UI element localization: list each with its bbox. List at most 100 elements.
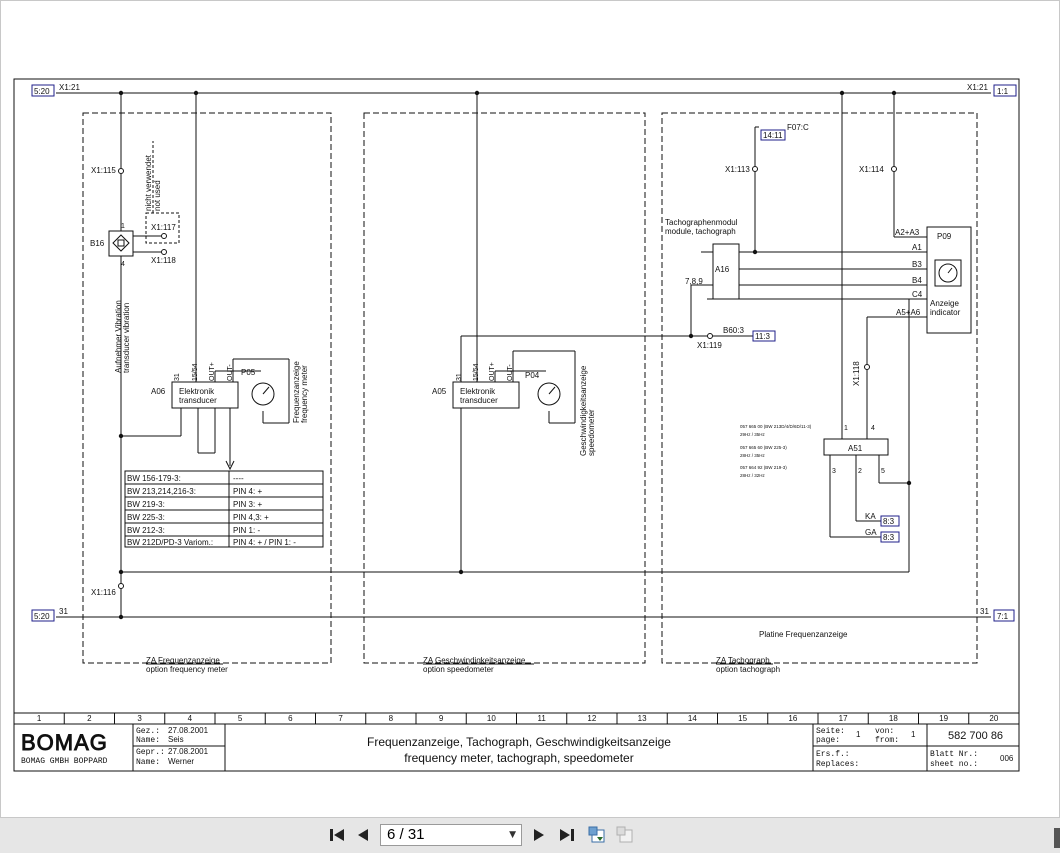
column-number: 1 (37, 714, 42, 723)
viewer-toolbar: 6 / 31 ▼ (0, 818, 1060, 853)
label-meter-en: frequency meter (300, 365, 309, 423)
footer-speed-en: option speedometer (423, 665, 494, 674)
column-number: 20 (989, 714, 998, 723)
a05-pin-15: 15/54 (473, 363, 480, 381)
xref-b60[interactable]: 11:3 (752, 330, 776, 342)
fit-width-icon (616, 826, 633, 843)
a51-pin-4: 4 (871, 425, 875, 432)
fit-page-icon (588, 826, 605, 843)
label-x1-21-left: X1:21 (59, 83, 80, 92)
xref-ka[interactable]: 8:3 (880, 515, 900, 527)
svg-text:BOMAG: BOMAG (21, 730, 108, 755)
column-number: 13 (638, 714, 647, 723)
name1-label: Name: (136, 736, 160, 745)
svg-text:11:3: 11:3 (755, 332, 771, 341)
schematic-page: 5:20 X1:21 1:1 X1:21 5:20 31 7:1 31 X1:1… (0, 0, 1060, 818)
column-number: 4 (188, 714, 193, 723)
table-row: PIN 4,3: + (233, 513, 269, 522)
column-number: 17 (839, 714, 848, 723)
von-value: 1 (911, 730, 916, 739)
name1: Seis (168, 735, 184, 744)
column-number: 14 (688, 714, 697, 723)
next-page-button[interactable] (528, 824, 550, 846)
column-number: 11 (537, 714, 546, 723)
name2-label: Name: (136, 758, 160, 767)
page-label: page: (816, 736, 840, 745)
svg-text:14:11: 14:11 (763, 131, 783, 140)
group-box-tachograph (661, 112, 978, 664)
note-3: 057 664 92 (BW 219-3) (740, 465, 787, 470)
next-page-icon (534, 829, 544, 841)
label-x1-119: X1:119 (697, 341, 722, 350)
a05-pin-31: 31 (456, 373, 463, 381)
blatt-label: Blatt Nr.: (930, 750, 978, 759)
a06-pin-31: 31 (174, 373, 181, 381)
xref-right-bottom[interactable]: 7:1 (993, 609, 1015, 622)
label-x1-115: X1:115 (91, 166, 116, 175)
table-row: PIN 4: + / PIN 1: - (233, 538, 296, 547)
label-b16: B16 (90, 239, 105, 248)
svg-text:5:20: 5:20 (34, 87, 50, 96)
b16-pin1: 1 (121, 223, 125, 230)
from-label: from: (875, 736, 899, 745)
sensor-symbol-icon (112, 234, 130, 252)
column-number: 10 (487, 714, 496, 723)
table-row: BW 219-3: (127, 500, 165, 509)
fit-page-button[interactable] (586, 824, 608, 846)
xref-right-top[interactable]: 1:1 (993, 84, 1017, 97)
table-row: BW 156-179-3: (127, 474, 181, 483)
label-ga: GA (865, 528, 877, 537)
page-number-select[interactable]: 6 / 31 ▼ (380, 824, 522, 846)
xref-ga[interactable]: 8:3 (880, 531, 900, 543)
variant-table: BW 156-179-3: ---- BW 213,214,216-3: PIN… (124, 470, 324, 548)
a06-line1: Elektronik (179, 387, 215, 396)
label-not-used-en: not used (153, 180, 162, 211)
a51-pin-2: 2 (858, 468, 862, 475)
note-2: 057 665 60 (BW 225-3) (740, 445, 787, 450)
resize-grip[interactable] (1054, 828, 1060, 848)
chevron-down-icon: ▼ (509, 830, 516, 840)
label-ka: KA (865, 512, 876, 521)
fit-width-button[interactable] (614, 824, 636, 846)
note-1: 057 665 00 (BW 213D/4/D/6D/11-3) (740, 424, 812, 429)
column-number: 7 (338, 714, 343, 723)
wiring-diagram: 5:20 X1:21 1:1 X1:21 5:20 31 7:1 31 X1:1… (13, 78, 1020, 772)
label-a06: A06 (151, 387, 166, 396)
first-page-icon (330, 829, 344, 841)
b16-pin4: 4 (121, 261, 125, 268)
von-label: von: (875, 727, 894, 736)
first-page-button[interactable] (326, 824, 348, 846)
column-number: 6 (288, 714, 293, 723)
indicator-p09 (926, 226, 972, 334)
previous-page-button[interactable] (352, 824, 374, 846)
column-number: 12 (587, 714, 596, 723)
table-row: PIN 3: + (233, 500, 262, 509)
last-page-icon (560, 829, 574, 841)
a51-pin-1: 1 (844, 425, 848, 432)
note-2b: 28Hz / 35Hz (740, 453, 766, 458)
table-row: PIN 1: - (233, 526, 260, 535)
drawing-title-de: Frequenzanzeige, Tachograph, Geschwindig… (367, 735, 671, 749)
column-number: 8 (389, 714, 394, 723)
group-box-speedometer (363, 112, 646, 664)
column-number: 9 (439, 714, 444, 723)
gez-date: 27.08.2001 (168, 726, 209, 735)
label-x1-118-tacho: X1:118 (852, 361, 861, 386)
last-page-button[interactable] (556, 824, 578, 846)
a05-line1: Elektronik (460, 387, 496, 396)
pin-b4: B4 (912, 276, 922, 285)
seite-value: 1 (856, 730, 861, 739)
seite-label: Seite: (816, 727, 845, 736)
label-p05: P05 (241, 368, 256, 377)
xref-left-bottom[interactable]: 5:20 (31, 609, 55, 622)
pin-a2a3: A2+A3 (895, 228, 920, 237)
pdf-viewer: 5:20 X1:21 1:1 X1:21 5:20 31 7:1 31 X1:1… (0, 0, 1060, 853)
ersf-label: Ers.f.: (816, 750, 850, 759)
column-number: 2 (87, 714, 92, 723)
label-b60: B60:3 (723, 326, 744, 335)
gez-label: Gez.: (136, 727, 160, 736)
label-a05: A05 (432, 387, 447, 396)
label-anzeige: Anzeige (930, 299, 959, 308)
xref-f07[interactable]: 14:11 (760, 129, 786, 141)
xref-left-top[interactable]: 5:20 (31, 84, 55, 97)
